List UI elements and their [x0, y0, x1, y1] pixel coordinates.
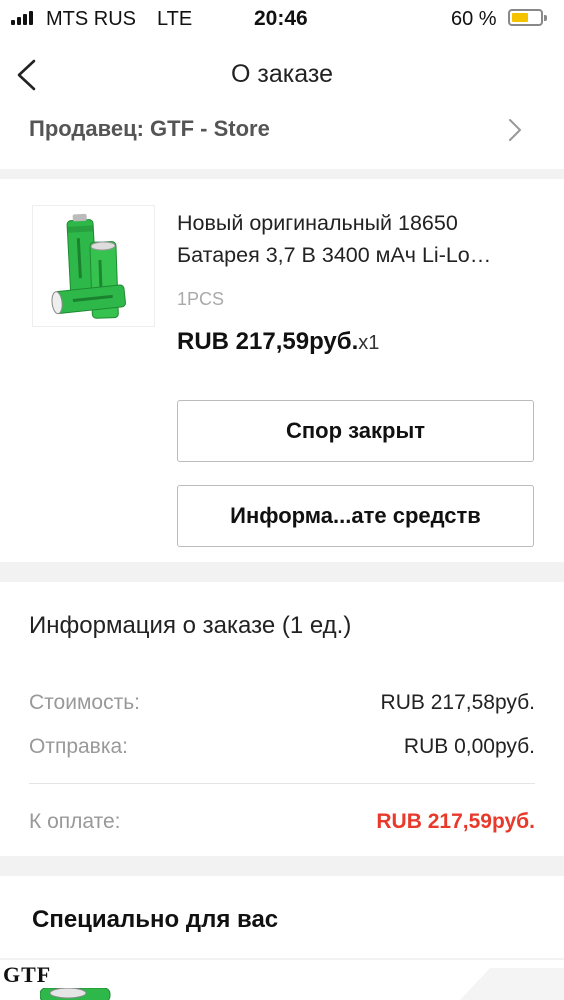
- total-value: RUB 217,59руб.: [376, 810, 535, 833]
- battery-percent: 60 %: [451, 8, 497, 30]
- page-title: О заказе: [231, 60, 333, 88]
- seller-name[interactable]: Продавец: GTF - Store: [29, 116, 270, 142]
- clock: 20:46: [254, 7, 308, 30]
- order-info-title: Информация о заказе (1 ед.): [29, 612, 352, 639]
- network-type: LTE: [157, 8, 193, 30]
- cost-value: RUB 217,58руб.: [380, 691, 535, 714]
- product-image[interactable]: [32, 205, 155, 327]
- seller-link[interactable]: [505, 116, 525, 144]
- battery-icon: [508, 9, 547, 26]
- dispute-closed-button[interactable]: Спор закрыт: [177, 400, 534, 462]
- battery-product-image: [51, 213, 126, 319]
- recommendations-title: Специально для вас: [32, 906, 279, 933]
- total-label: К оплате:: [29, 810, 121, 833]
- section-divider: [0, 856, 564, 876]
- carrier-name: MTS RUS: [46, 8, 136, 30]
- shipping-value: RUB 0,00руб.: [403, 735, 535, 758]
- signal-strength-icon: [11, 11, 33, 25]
- section-divider: [0, 562, 564, 582]
- product-price-line: RUB 217,59руб.x1: [177, 328, 379, 356]
- status-bar: MTS RUS LTE 20:46 60 %: [0, 0, 564, 40]
- cost-label: Стоимость:: [29, 691, 140, 714]
- product-title[interactable]: Новый оригинальный 18650 Батарея 3,7 В 3…: [177, 207, 542, 271]
- product-variant: 1PCS: [177, 289, 225, 309]
- shipping-label: Отправка:: [29, 735, 129, 758]
- brand-logo: GTF: [3, 962, 52, 987]
- recommendation-card[interactable]: [0, 960, 564, 1000]
- chevron-right-icon: [509, 119, 521, 141]
- battery-product-image: [40, 988, 111, 1000]
- section-divider: [0, 169, 564, 179]
- divider: [29, 783, 535, 784]
- refund-info-button[interactable]: Информа...ате средств: [177, 485, 534, 547]
- product-price: RUB 217,59руб.: [177, 328, 359, 355]
- product-thumbnail: [460, 968, 564, 1000]
- product-quantity: x1: [358, 332, 380, 354]
